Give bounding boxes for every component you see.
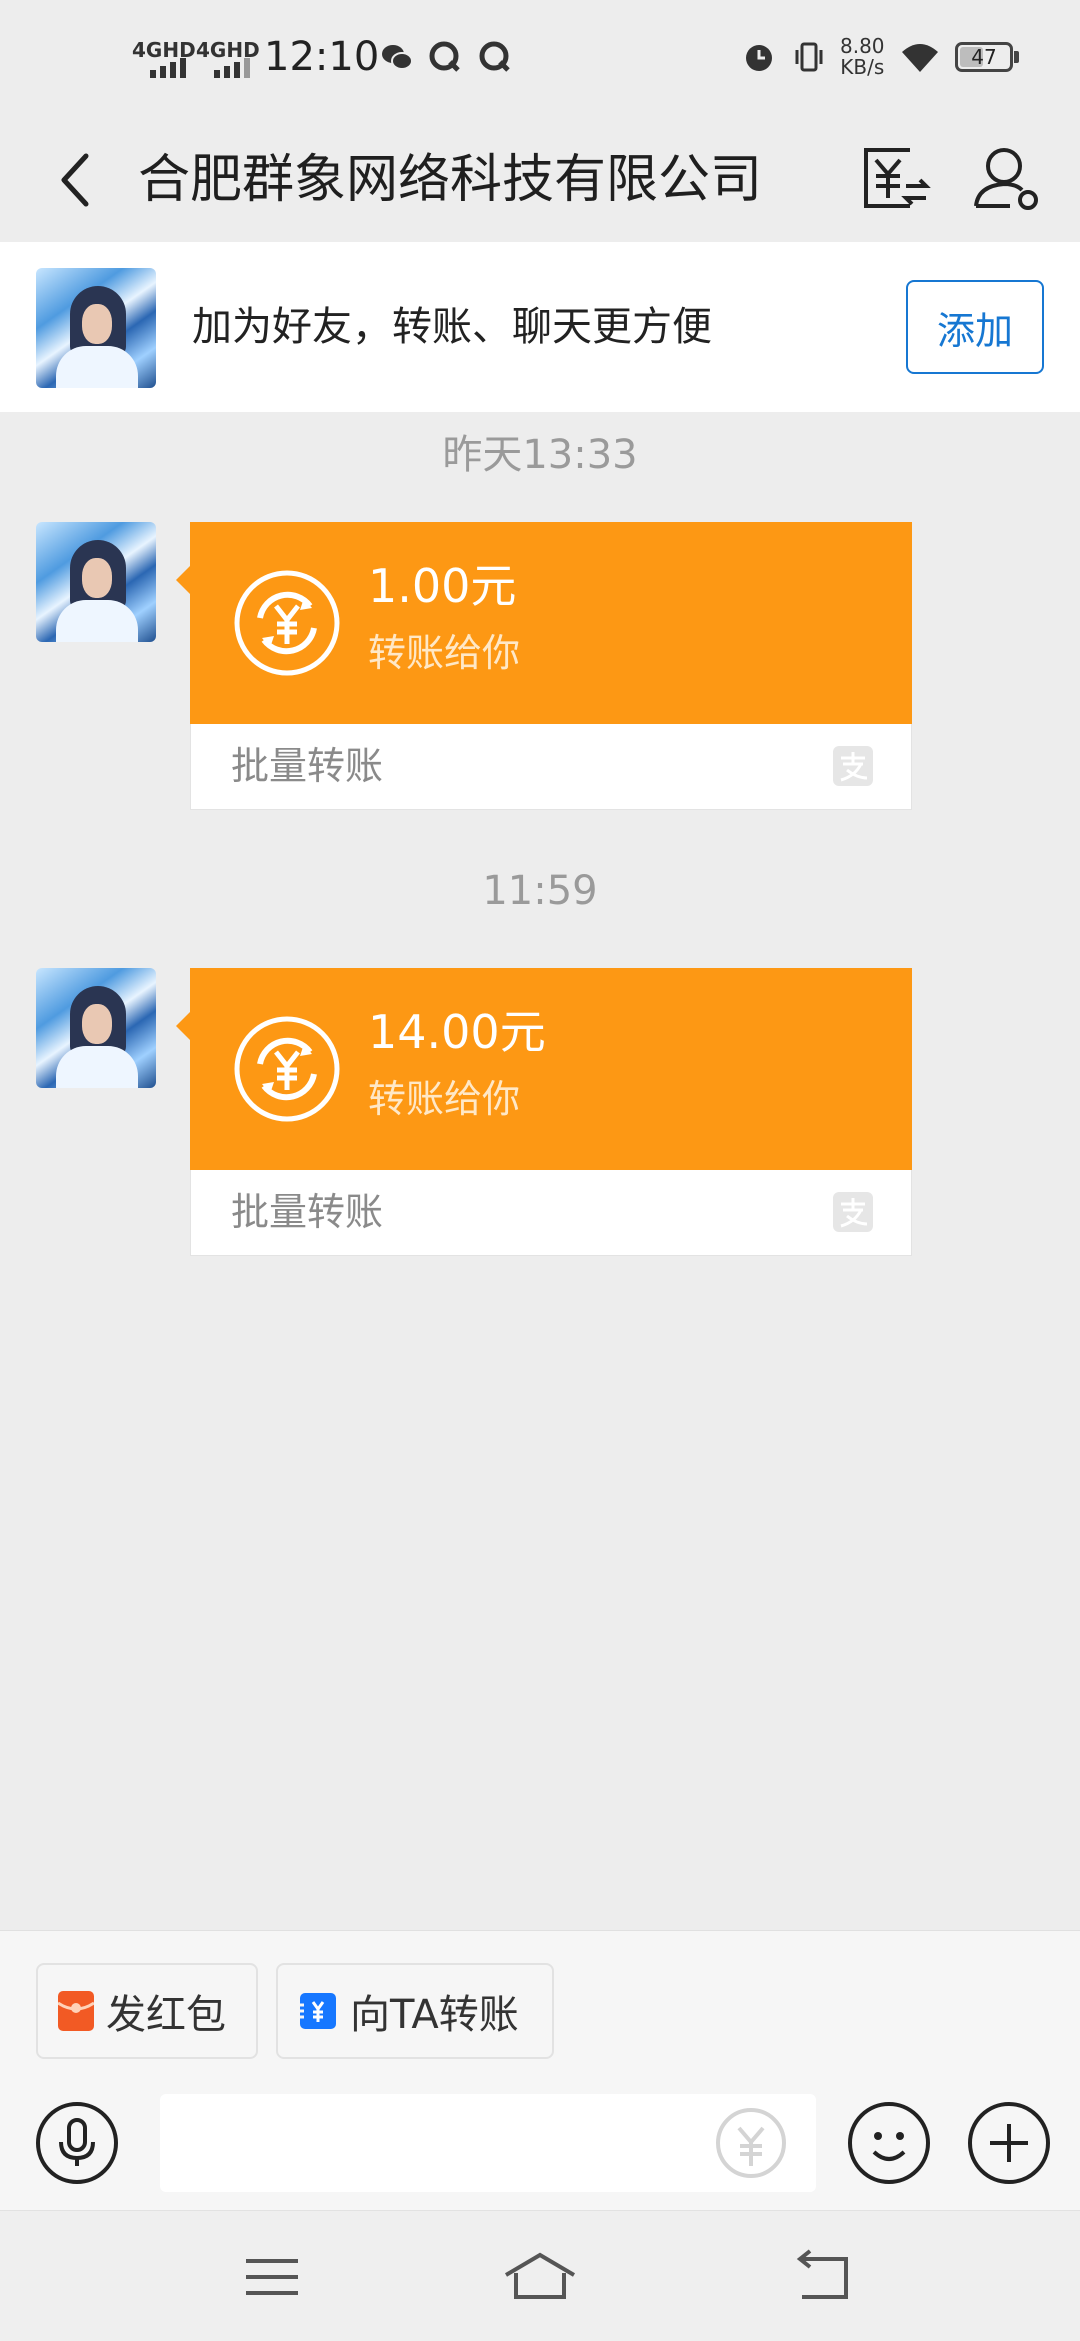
- transfer-card-footer: 批量转账: [190, 724, 912, 810]
- transfer-subtitle: 转账给你: [368, 631, 521, 675]
- transfer-yuan-icon: [234, 570, 340, 676]
- signal-icon-1: [150, 58, 186, 78]
- alipay-icon: [833, 1192, 873, 1232]
- red-packet-label: 发红包: [106, 1992, 226, 2038]
- transfer-type: 批量转账: [231, 744, 384, 788]
- status-time: 12:10: [264, 34, 380, 80]
- qq-browser-icon: [429, 41, 460, 72]
- transfer-to-ta-button[interactable]: 向TA转账: [276, 1963, 554, 2059]
- alarm-icon: [746, 45, 772, 71]
- qq-icon: [479, 41, 510, 72]
- add-friend-button[interactable]: 添加: [906, 280, 1044, 374]
- menu-icon[interactable]: [230, 2245, 314, 2309]
- network-speed-unit: KB/s: [840, 55, 885, 79]
- transfer-icon: [300, 1993, 336, 2029]
- transfer-amount: 1.00元: [368, 559, 517, 613]
- transfer-yuan-icon: [234, 1016, 340, 1122]
- red-packet-button[interactable]: 发红包: [36, 1963, 258, 2059]
- system-nav-bar: [0, 2210, 1080, 2341]
- emoji-button[interactable]: [846, 2100, 932, 2186]
- transfer-card-footer: 批量转账: [190, 1170, 912, 1256]
- red-packet-icon: [58, 1991, 94, 2031]
- avatar-robe: [56, 600, 138, 642]
- back-button[interactable]: [40, 140, 110, 220]
- alipay-icon: [833, 746, 873, 786]
- message-timestamp: 昨天13:33: [442, 432, 638, 478]
- add-friend-prompt: 加为好友，转账、聊天更方便: [192, 304, 712, 350]
- network-speed: 8.80 KB/s: [840, 36, 885, 78]
- message-timestamp: 11:59: [482, 868, 598, 914]
- transfer-amount: 14.00元: [368, 1005, 546, 1059]
- network-speed-value: 8.80: [840, 34, 885, 58]
- avatar[interactable]: [36, 268, 156, 388]
- transfer-card-header: 1.00元 转账给你: [176, 522, 912, 724]
- transfer-records-icon[interactable]: [852, 136, 936, 220]
- avatar-face: [82, 558, 112, 598]
- wechat-icon: [382, 45, 413, 70]
- contact-profile-icon[interactable]: [966, 136, 1050, 220]
- battery-level: 47: [971, 45, 997, 69]
- sender-avatar[interactable]: [36, 968, 156, 1088]
- chat-header: 合肥群象网络科技有限公司: [0, 120, 1080, 242]
- bubble-tail: [176, 566, 190, 594]
- status-bar: 4GHD 4GHD 12:10 8.80 KB/s 47: [0, 0, 1080, 120]
- transfer-card-header: 14.00元 转账给你: [176, 968, 912, 1170]
- add-friend-banner: 加为好友，转账、聊天更方便 添加: [0, 242, 1080, 412]
- sender-avatar[interactable]: [36, 522, 156, 642]
- quick-actions-bar: 发红包 向TA转账: [0, 1930, 1080, 2081]
- transfer-message-card[interactable]: 14.00元 转账给你 批量转账: [176, 968, 912, 1256]
- home-icon[interactable]: [498, 2245, 582, 2309]
- vibrate-icon: [795, 42, 823, 72]
- avatar-face: [82, 1004, 112, 1044]
- transfer-subtitle: 转账给你: [368, 1077, 521, 1121]
- wifi-icon: [902, 44, 938, 72]
- bubble-tail: [176, 1012, 190, 1040]
- avatar-face: [82, 304, 112, 344]
- battery-icon: 47: [955, 42, 1013, 72]
- signal-icon-2: [214, 58, 250, 78]
- avatar-robe: [56, 1046, 138, 1088]
- more-options-button[interactable]: [966, 2100, 1052, 2186]
- transfer-message-card[interactable]: 1.00元 转账给你 批量转账: [176, 522, 912, 810]
- avatar-robe: [56, 346, 138, 388]
- page-title: 合肥群象网络科技有限公司: [138, 150, 763, 210]
- transfer-type: 批量转账: [231, 1190, 384, 1234]
- voice-input-button[interactable]: [34, 2100, 120, 2186]
- quick-transfer-icon[interactable]: [712, 2104, 790, 2182]
- back-nav-icon[interactable]: [782, 2245, 866, 2309]
- message-input-bar: [0, 2080, 1080, 2210]
- transfer-label: 向TA转账: [350, 1992, 519, 2038]
- battery-tip: [1014, 51, 1019, 63]
